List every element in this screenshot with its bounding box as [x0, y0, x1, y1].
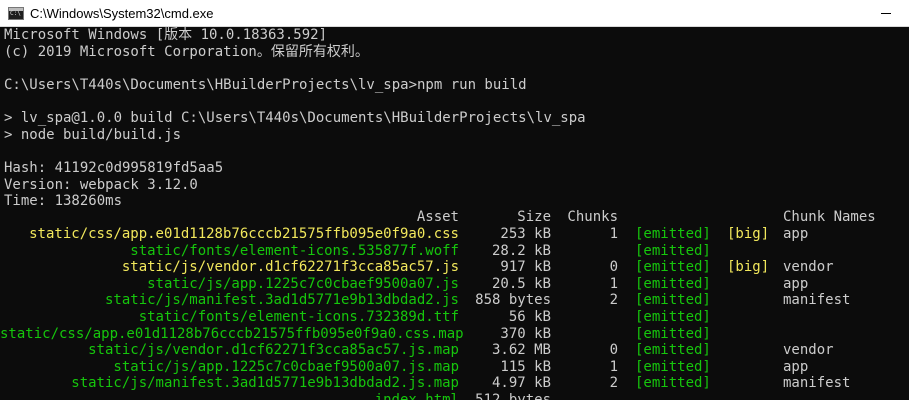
- minimize-button[interactable]: [863, 0, 909, 26]
- asset-name: static/fonts/element-icons.732389d.ttf: [138, 309, 459, 325]
- console-line: > lv_spa@1.0.0 build C:\Users\T440s\Docu…: [4, 110, 586, 126]
- asset-flag: [big]: [727, 226, 770, 242]
- asset-size: 370 kB: [500, 325, 551, 342]
- console-line: > node build/build.js: [4, 127, 182, 143]
- asset-chunks: 1: [609, 275, 618, 292]
- asset-size: 3.62 MB: [491, 342, 551, 359]
- asset-name: static/js/app.1225c7c0cbaef9500a07.js.ma…: [113, 358, 459, 375]
- asset-chunks: 1: [609, 226, 618, 242]
- chunk-names-column-header: Chunk Names: [783, 209, 876, 225]
- asset-size: 115 kB: [500, 358, 551, 375]
- asset-size: 253 kB: [500, 226, 551, 242]
- asset-chunks: [560, 309, 618, 326]
- asset-name: static/css/app.e01d1128b76cccb21575ffb09…: [0, 325, 464, 342]
- asset-flag: [big]: [727, 259, 770, 276]
- asset-status: [emitted]: [635, 375, 711, 392]
- asset-name: static/fonts/element-icons.535877f.woff: [130, 242, 459, 259]
- asset-column-header: Asset: [416, 209, 459, 225]
- asset-chunks: 0: [609, 342, 618, 359]
- console-line: Microsoft Windows [版本 10.0.18363.592]: [4, 27, 328, 43]
- asset-status: [emitted]: [635, 342, 711, 359]
- asset-status: [emitted]: [635, 226, 711, 242]
- console-output[interactable]: Microsoft Windows [版本 10.0.18363.592] (c…: [0, 27, 909, 400]
- asset-name: static/css/app.e01d1128b76cccb21575ffb09…: [29, 226, 459, 242]
- asset-chunks: 0: [609, 259, 618, 276]
- window-title: C:\Windows\System32\cmd.exe: [30, 5, 214, 21]
- chunks-column-header: Chunks: [567, 209, 618, 225]
- console-line: Time: 138260ms: [4, 193, 123, 209]
- asset-name: static/js/app.1225c7c0cbaef9500a07.js: [147, 275, 459, 292]
- asset-status: [emitted]: [635, 275, 711, 292]
- asset-name: static/js/vendor.d1cf62271f3cca85ac57.js: [121, 259, 459, 276]
- asset-chunk-name: manifest: [783, 292, 851, 309]
- asset-chunks: 2: [609, 375, 618, 392]
- asset-status: [emitted]: [635, 259, 711, 276]
- asset-size: 858 bytes: [475, 292, 551, 309]
- asset-status: [emitted]: [635, 325, 711, 342]
- cmd-app-icon: [8, 6, 24, 20]
- asset-status: [emitted]: [635, 292, 711, 309]
- asset-status: [emitted]: [635, 242, 711, 259]
- asset-name: static/js/manifest.3ad1d5771e9b13dbdad2.…: [71, 375, 459, 392]
- asset-name: index.html: [374, 392, 459, 400]
- asset-chunks: [560, 326, 618, 343]
- asset-size: 28.2 kB: [491, 242, 551, 259]
- window-titlebar[interactable]: C:\Windows\System32\cmd.exe: [0, 0, 909, 27]
- asset-chunk-name: manifest: [783, 375, 851, 392]
- asset-name: static/js/vendor.d1cf62271f3cca85ac57.js…: [88, 342, 459, 359]
- asset-size: 56 kB: [508, 309, 551, 325]
- asset-chunk-name: app: [783, 275, 809, 292]
- asset-size: 512 bytes: [475, 392, 551, 400]
- asset-chunk-name: vendor: [783, 342, 834, 359]
- asset-size: 4.97 kB: [491, 375, 551, 392]
- asset-status: [emitted]: [635, 309, 711, 325]
- console-line: C:\Users\T440s\Documents\HBuilderProject…: [4, 77, 527, 93]
- asset-chunk-name: vendor: [783, 259, 834, 276]
- asset-size: 917 kB: [500, 259, 551, 276]
- asset-status: [emitted]: [635, 358, 711, 375]
- size-column-header: Size: [517, 209, 551, 225]
- asset-chunk-name: app: [783, 226, 809, 242]
- asset-chunks: [560, 392, 618, 400]
- console-line: Version: webpack 3.12.0: [4, 177, 198, 193]
- asset-chunk-name: app: [783, 358, 809, 375]
- asset-size: 20.5 kB: [491, 275, 551, 292]
- console-line: Hash: 41192c0d995819fd5aa5: [4, 160, 224, 176]
- asset-name: static/js/manifest.3ad1d5771e9b13dbdad2.…: [104, 292, 459, 309]
- console-line: (c) 2019 Microsoft Corporation。保留所有权利。: [4, 44, 369, 60]
- asset-chunks: 2: [609, 292, 618, 309]
- asset-chunks: [560, 243, 618, 260]
- asset-chunks: 1: [609, 358, 618, 375]
